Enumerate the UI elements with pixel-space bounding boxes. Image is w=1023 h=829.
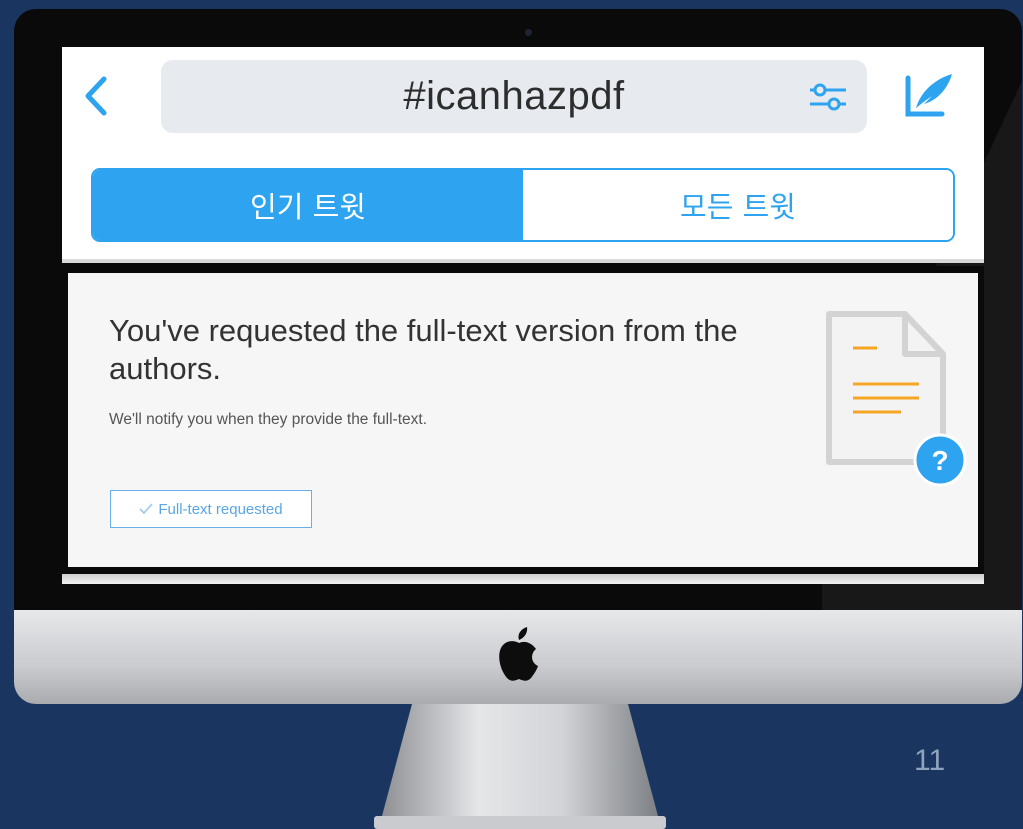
sliders-icon[interactable] [808, 80, 848, 114]
tab-all-tweets[interactable]: 모든 트윗 [523, 170, 953, 240]
back-button[interactable] [78, 74, 114, 118]
svg-text:?: ? [931, 445, 948, 476]
notice-heading: You've requested the full-text version f… [109, 313, 738, 386]
search-bar[interactable]: #icanhazpdf [161, 60, 867, 133]
notice-subtext: We'll notify you when they provide the f… [109, 411, 427, 428]
chevron-left-icon [85, 76, 107, 116]
camera [525, 29, 532, 36]
full-text-requested-button[interactable]: Full-text requested [110, 490, 312, 528]
slide-number: 11 [914, 744, 946, 777]
monitor-stand [374, 704, 666, 829]
screen-divider [62, 259, 984, 263]
tab-top-tweets[interactable]: 인기 트윗 [93, 170, 523, 240]
tweet-filter-tabs: 인기 트윗 모든 트윗 [91, 168, 955, 242]
panel-divider [62, 574, 984, 584]
search-query: #icanhazpdf [403, 74, 625, 118]
compose-tweet-icon[interactable] [902, 70, 956, 122]
requested-button-label: Full-text requested [158, 500, 283, 518]
apple-logo [499, 627, 538, 681]
checkmark-icon [139, 503, 153, 515]
document-question-icon: ? [826, 311, 967, 487]
